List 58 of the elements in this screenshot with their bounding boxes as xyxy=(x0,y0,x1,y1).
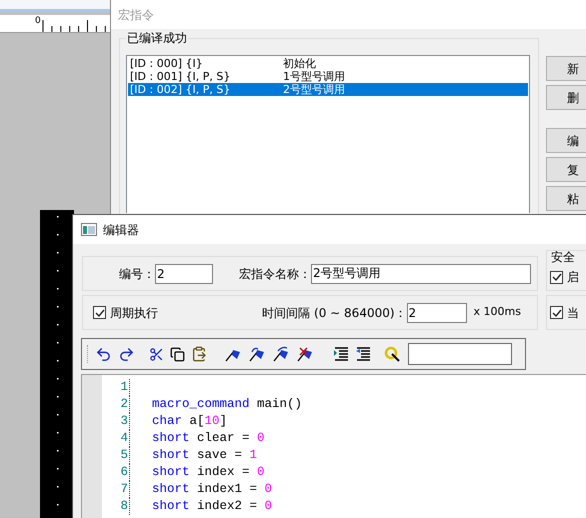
checkbox[interactable] xyxy=(550,270,563,284)
interval-unit: x 100ms xyxy=(474,304,521,320)
outdent-icon[interactable] xyxy=(355,346,371,362)
action-button[interactable]: 编 xyxy=(546,128,586,153)
option-checkbox[interactable]: 周期执行 xyxy=(93,304,158,322)
check-icon xyxy=(552,272,562,282)
code-line: short save = 1 xyxy=(152,447,258,464)
code-line: short index = 0 xyxy=(152,464,265,481)
group-title: 安全 xyxy=(551,250,575,264)
redo-icon[interactable] xyxy=(118,346,135,362)
flag-icon[interactable] xyxy=(273,346,291,362)
option-checkbox[interactable]: 启 xyxy=(550,268,579,286)
option-checkbox[interactable]: 当 xyxy=(550,304,579,322)
replace-icon[interactable] xyxy=(383,346,401,362)
undo-icon[interactable] xyxy=(95,346,112,362)
action-button[interactable]: 删 xyxy=(546,85,586,110)
action-button[interactable]: 新 xyxy=(546,56,586,81)
group-title: 已编译成功 xyxy=(126,30,188,46)
code-line: short index2 = 0 xyxy=(152,498,272,515)
code-line: char a[10] xyxy=(152,413,228,430)
macro-list[interactable]: [ID : 000] {I} 初始化 [ID : 001] {I, P, S} 1号型号调用 [ID : 002] {I, P, S} 2号型号调用 xyxy=(126,55,530,213)
copy-icon[interactable] xyxy=(170,346,185,362)
line-number: 7 xyxy=(102,481,130,498)
flag-icon[interactable] xyxy=(297,346,315,362)
action-button[interactable]: 复 xyxy=(546,157,586,182)
check-icon xyxy=(552,308,562,318)
paste-icon[interactable] xyxy=(191,346,207,362)
line-number: 5 xyxy=(102,447,130,464)
code-line: macro_command main() xyxy=(152,396,302,413)
window-title: 编辑器 xyxy=(103,222,139,238)
macro-list-item[interactable]: [ID : 000] {I} 初始化 xyxy=(128,57,528,70)
action-button[interactable]: 粘 xyxy=(546,186,586,211)
checkbox[interactable] xyxy=(93,306,106,319)
number-label: 编号： xyxy=(119,266,155,282)
window-icon xyxy=(81,223,97,236)
checkbox[interactable] xyxy=(550,306,563,319)
number-field[interactable]: 2 xyxy=(155,264,213,284)
macro-list-item[interactable]: [ID : 002] {I, P, S} 2号型号调用 xyxy=(128,83,528,96)
line-number: 4 xyxy=(102,430,130,447)
macro-name-field[interactable]: 2号型号调用 xyxy=(311,264,531,284)
name-label: 宏指令名称： xyxy=(239,266,311,282)
flag-icon[interactable] xyxy=(249,346,267,362)
macro-list-item[interactable]: [ID : 001] {I, P, S} 1号型号调用 xyxy=(128,70,528,83)
code-line: short index1 = 0 xyxy=(152,481,272,498)
line-number: 1 xyxy=(102,379,130,396)
code-line: short clear = 0 xyxy=(152,430,265,447)
ruler-label: 0 xyxy=(35,17,41,26)
interval-label: 时间间隔 (0 ~ 864000)： xyxy=(262,304,407,322)
check-icon xyxy=(94,308,104,318)
line-number: 6 xyxy=(102,464,130,481)
line-number: 3 xyxy=(102,413,130,430)
indent-icon[interactable] xyxy=(333,346,349,362)
window-title: 宏指令 xyxy=(118,6,154,24)
line-number: 8 xyxy=(102,498,130,515)
line-number: 2 xyxy=(102,396,130,413)
interval-field[interactable]: 2 xyxy=(406,302,467,322)
search-field[interactable] xyxy=(408,343,512,365)
cut-icon[interactable] xyxy=(149,346,164,362)
